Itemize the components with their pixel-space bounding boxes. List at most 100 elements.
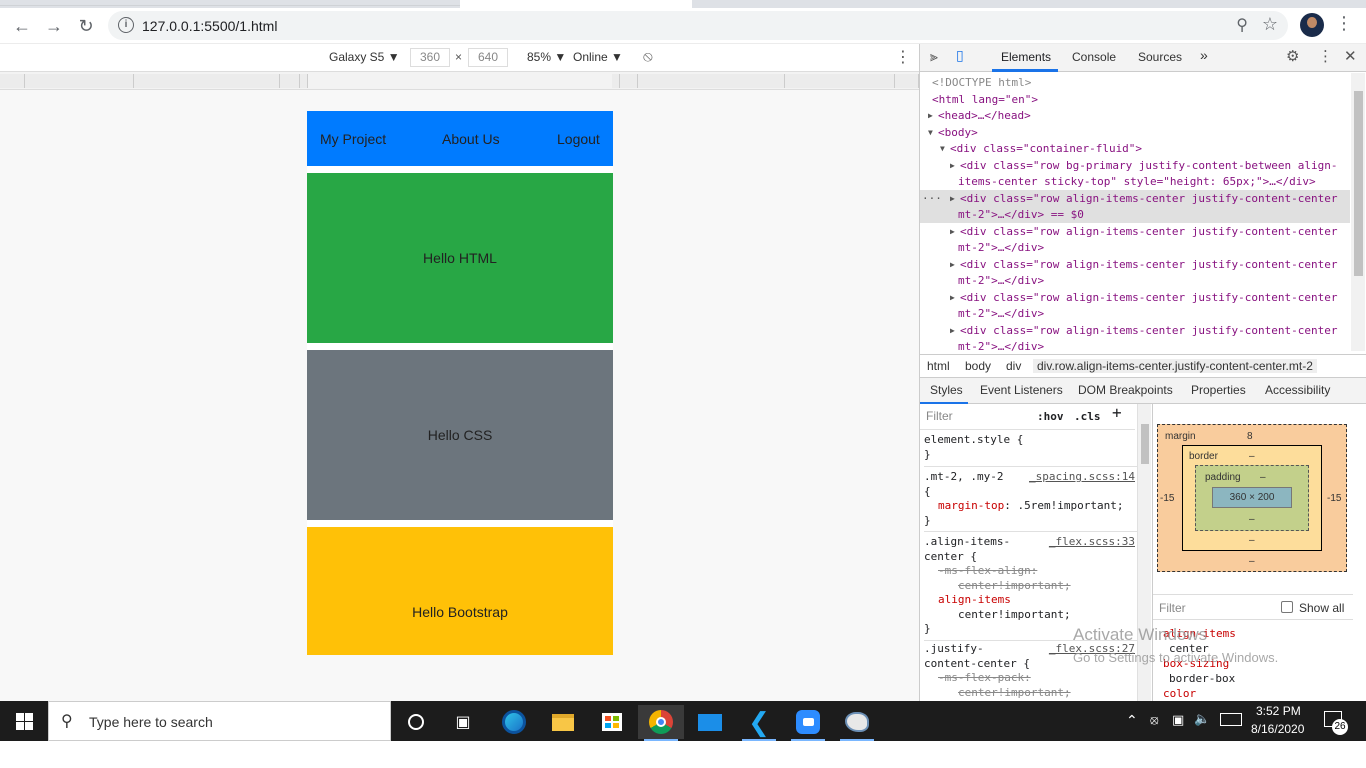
cls-button[interactable]: .cls bbox=[1074, 410, 1101, 425]
dom-node-line[interactable]: mt-2">…</div> == $0 bbox=[920, 207, 1350, 224]
battery-icon[interactable]: ▣ bbox=[1172, 712, 1184, 728]
source-link[interactable]: _flex.scss:33 bbox=[1049, 535, 1135, 550]
margin-right-value[interactable]: -15 bbox=[1327, 493, 1341, 504]
profile-avatar[interactable] bbox=[1300, 13, 1324, 37]
tab-accessibility[interactable]: Accessibility bbox=[1265, 383, 1330, 397]
dom-node-line[interactable]: ▶ <div class="row align-items-center just… bbox=[920, 323, 1350, 340]
margin-bottom-value[interactable]: – bbox=[1249, 556, 1255, 567]
taskbar-search-box[interactable]: ⚲ Type here to search bbox=[48, 701, 391, 741]
edge-icon[interactable] bbox=[491, 705, 537, 739]
volume-icon[interactable]: 🔈 bbox=[1194, 711, 1210, 727]
dom-node-line[interactable]: ▼ <div class="container-fluid"> bbox=[920, 141, 1350, 158]
info-icon[interactable]: i bbox=[118, 17, 134, 33]
more-tabs-icon[interactable]: » bbox=[1200, 47, 1208, 63]
element-style-rule[interactable]: element.style { } bbox=[924, 433, 1139, 467]
device-select[interactable]: Galaxy S5 ▼ bbox=[329, 50, 400, 64]
device-width-input[interactable]: 360 bbox=[410, 48, 450, 67]
breadcrumb-html[interactable]: html bbox=[927, 359, 950, 373]
tab-properties[interactable]: Properties bbox=[1191, 383, 1246, 397]
cortana-icon[interactable] bbox=[393, 705, 439, 739]
chrome-icon[interactable] bbox=[638, 705, 684, 741]
vscode-icon[interactable]: ❮ bbox=[736, 705, 782, 741]
zoom-icon[interactable]: ⚲ bbox=[1236, 15, 1248, 35]
reload-icon[interactable]: ↻ bbox=[72, 12, 100, 40]
border-value[interactable]: – bbox=[1249, 535, 1255, 546]
dom-tree[interactable]: ··· <!DOCTYPE html> <html lang="en"> ▶ <hea… bbox=[920, 73, 1350, 351]
align-items-rule[interactable]: .align-items- _flex.scss:33 center { -ms… bbox=[924, 535, 1139, 641]
back-icon[interactable]: ← bbox=[8, 12, 36, 40]
margin-top-value[interactable]: 8 bbox=[1247, 431, 1253, 442]
dom-node-line[interactable]: ▶ <div class="row align-items-center just… bbox=[920, 290, 1350, 307]
padding-value[interactable]: – bbox=[1249, 514, 1255, 525]
rotate-icon[interactable]: ⦸ bbox=[643, 48, 653, 65]
hov-button[interactable]: :hov bbox=[1037, 410, 1064, 425]
border-value[interactable]: – bbox=[1249, 451, 1255, 462]
computed-properties-list[interactable]: align-items center box-sizing border-box col… bbox=[1163, 626, 1353, 701]
computed-property[interactable]: color bbox=[1163, 686, 1353, 701]
margin-left-value[interactable]: -15 bbox=[1160, 493, 1174, 504]
device-toggle-icon[interactable]: ▯ bbox=[956, 47, 964, 64]
settings-gear-icon[interactable]: ⚙ bbox=[1286, 47, 1299, 65]
rule-declaration-overridden[interactable]: -ms-flex-align: bbox=[924, 564, 1139, 579]
bookmark-star-icon[interactable]: ☆ bbox=[1262, 14, 1278, 35]
dom-node-line[interactable]: ▶ <div class="row align-items-center just… bbox=[920, 257, 1350, 274]
expand-arrow-open-icon[interactable]: ▼ bbox=[940, 141, 945, 158]
throttle-select[interactable]: Online ▼ bbox=[573, 50, 623, 64]
computed-property[interactable]: align-items bbox=[1163, 626, 1353, 641]
dom-node-line[interactable]: <!DOCTYPE html> bbox=[920, 75, 1350, 92]
url-text[interactable]: 127.0.0.1:5500/1.html bbox=[142, 18, 277, 34]
nav-brand-link[interactable]: My Project bbox=[320, 131, 386, 147]
clock-time[interactable]: 3:52 PM bbox=[1256, 704, 1301, 718]
breadcrumb-body[interactable]: body bbox=[965, 359, 991, 373]
tab-sources[interactable]: Sources bbox=[1138, 50, 1182, 64]
tab-elements[interactable]: Elements bbox=[1001, 50, 1051, 64]
expand-arrow-closed-icon[interactable]: ▶ bbox=[950, 257, 955, 274]
device-height-input[interactable]: 640 bbox=[468, 48, 508, 67]
box-content[interactable]: 360 × 200 bbox=[1212, 487, 1292, 508]
tab-styles[interactable]: Styles bbox=[930, 383, 963, 397]
zoom-app-icon[interactable] bbox=[785, 705, 831, 741]
clock-date[interactable]: 8/16/2020 bbox=[1251, 722, 1304, 736]
add-rule-icon[interactable]: + bbox=[1112, 405, 1122, 421]
forward-icon[interactable]: → bbox=[40, 12, 68, 40]
store-icon[interactable] bbox=[589, 705, 635, 739]
computed-filter-input[interactable]: Filter bbox=[1159, 601, 1186, 615]
dom-node-line[interactable]: ▶ <div class="row align-items-center just… bbox=[920, 224, 1350, 241]
breadcrumb-selected[interactable]: div.row.align-items-center.justify-conte… bbox=[1033, 359, 1317, 373]
file-explorer-icon[interactable] bbox=[540, 705, 586, 739]
zoom-select[interactable]: 85% ▼ bbox=[527, 50, 566, 64]
media-query-bar[interactable] bbox=[0, 72, 919, 90]
dom-node-line[interactable]: ▼ <body> bbox=[920, 125, 1350, 142]
dom-node-line[interactable]: mt-2">…</div> bbox=[920, 306, 1350, 323]
task-view-icon[interactable]: ▣ bbox=[440, 705, 486, 739]
close-icon[interactable]: ✕ bbox=[1344, 47, 1357, 65]
tab-event-listeners[interactable]: Event Listeners bbox=[980, 383, 1063, 397]
expand-arrow-closed-icon[interactable]: ▶ bbox=[950, 224, 955, 241]
dom-scrollbar[interactable] bbox=[1351, 73, 1365, 351]
dom-node-line[interactable]: mt-2">…</div> bbox=[920, 273, 1350, 290]
rule-declaration[interactable]: margin-top: .5rem!important; bbox=[924, 499, 1139, 514]
expand-arrow-closed-icon[interactable]: ▶ bbox=[950, 191, 955, 208]
browser-menu-icon[interactable]: ⋮ bbox=[1334, 13, 1354, 37]
tab-dom-breakpoints[interactable]: DOM Breakpoints bbox=[1078, 383, 1173, 397]
address-bar[interactable]: i 127.0.0.1:5500/1.html ⚲ ☆ bbox=[108, 11, 1288, 40]
expand-arrow-closed-icon[interactable]: ▶ bbox=[950, 158, 955, 175]
computed-property[interactable]: box-sizing bbox=[1163, 656, 1353, 671]
rule-declaration-overridden[interactable]: -ms-flex-pack: bbox=[924, 671, 1139, 686]
padding-value[interactable]: – bbox=[1260, 472, 1266, 483]
wifi-icon[interactable]: ⦻ bbox=[1150, 712, 1159, 728]
mt2-rule[interactable]: .mt-2, .my-2 _spacing.scss:14 { margin-t… bbox=[924, 470, 1139, 532]
source-link[interactable]: _spacing.scss:14 bbox=[1029, 470, 1135, 485]
source-link[interactable]: _flex.scss:27 bbox=[1049, 642, 1135, 657]
dom-node-line[interactable]: ▶ <div class="row bg-primary justify-cont… bbox=[920, 158, 1350, 175]
device-more-icon[interactable]: ⋮ bbox=[895, 47, 911, 67]
justify-content-rule[interactable]: .justify- _flex.scss:27 content-center {… bbox=[924, 642, 1139, 701]
breadcrumb-div[interactable]: div bbox=[1006, 359, 1021, 373]
paint-icon[interactable] bbox=[834, 705, 880, 741]
expand-arrow-closed-icon[interactable]: ▶ bbox=[950, 290, 955, 307]
keyboard-icon[interactable] bbox=[1220, 713, 1242, 726]
rule-declaration[interactable]: align-items bbox=[924, 593, 1139, 608]
devtools-menu-icon[interactable]: ⋮ bbox=[1318, 47, 1333, 65]
inspect-icon[interactable]: ⫸ bbox=[930, 48, 938, 65]
expand-arrow-closed-icon[interactable]: ▶ bbox=[928, 108, 933, 125]
